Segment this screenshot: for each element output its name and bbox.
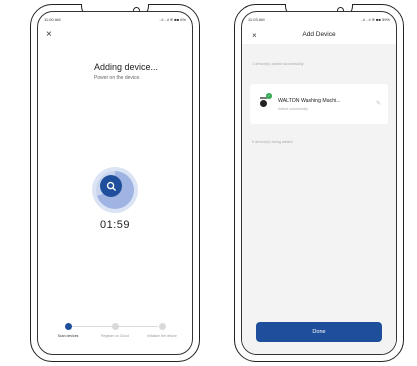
search-icon [106,181,116,191]
done-button[interactable]: Done [256,322,382,342]
status-bar: 11:00 AM ..ıl ..ıl ≋ ■■ 6% [44,17,186,25]
instruction-text: Power on the device. [94,75,141,81]
step-label: Scan devices [57,334,79,338]
scan-spinner [92,167,138,213]
step-register: Register on Cloud [95,322,135,339]
added-section-label: 1 device(s) added successfully [252,62,304,66]
device-status: Added successfully [278,107,308,111]
progress-steps: Scan devices Register on Cloud Initializ… [48,322,182,354]
device-card[interactable]: ✓ WALTON Washing Machi... Added successf… [250,84,388,124]
step-dot [158,323,166,330]
step-dot [64,323,72,330]
step-label: Register on Cloud [100,334,129,338]
phone-frame-left: 11:00 AM ..ıl ..ıl ≋ ■■ 6% × Adding devi… [30,4,200,362]
status-icons: ..ıl ..ıl ≋ ■■ 6% [159,17,186,22]
step-label: Initialize the device [147,334,177,338]
failed-section-label: 0 device(s) being added [252,140,293,144]
add-device-screen: 11:03 AM ..ıl ..ıl ≋ ■■ 59% × Add Device… [241,11,397,355]
close-icon[interactable]: × [46,30,52,40]
phone-frame-right: 11:03 AM ..ıl ..ıl ≋ ■■ 59% × Add Device… [234,4,404,362]
status-icons: ..ıl ..ıl ≋ ■■ 59% [360,17,390,22]
device-name: WALTON Washing Machi... [278,98,341,104]
step-dot [111,323,119,330]
page-title: Add Device [302,31,336,38]
status-time: 11:00 AM [44,17,61,22]
search-icon-badge [100,175,122,197]
step-initialize: Initialize the device [142,322,182,339]
pencil-icon[interactable]: ✎ [376,100,381,107]
adding-device-screen: 11:00 AM ..ıl ..ıl ≋ ■■ 6% × Adding devi… [37,11,193,355]
countdown-timer: 01:59 [99,219,131,231]
status-bar: 11:03 AM ..ıl ..ıl ≋ ■■ 59% [248,17,390,25]
step-scan: Scan devices [48,322,88,339]
page-title: Adding device... [94,62,159,72]
status-time: 11:03 AM [248,17,265,22]
check-icon: ✓ [266,93,272,99]
content-area: 1 device(s) added successfully ✓ WALTON … [242,44,396,354]
